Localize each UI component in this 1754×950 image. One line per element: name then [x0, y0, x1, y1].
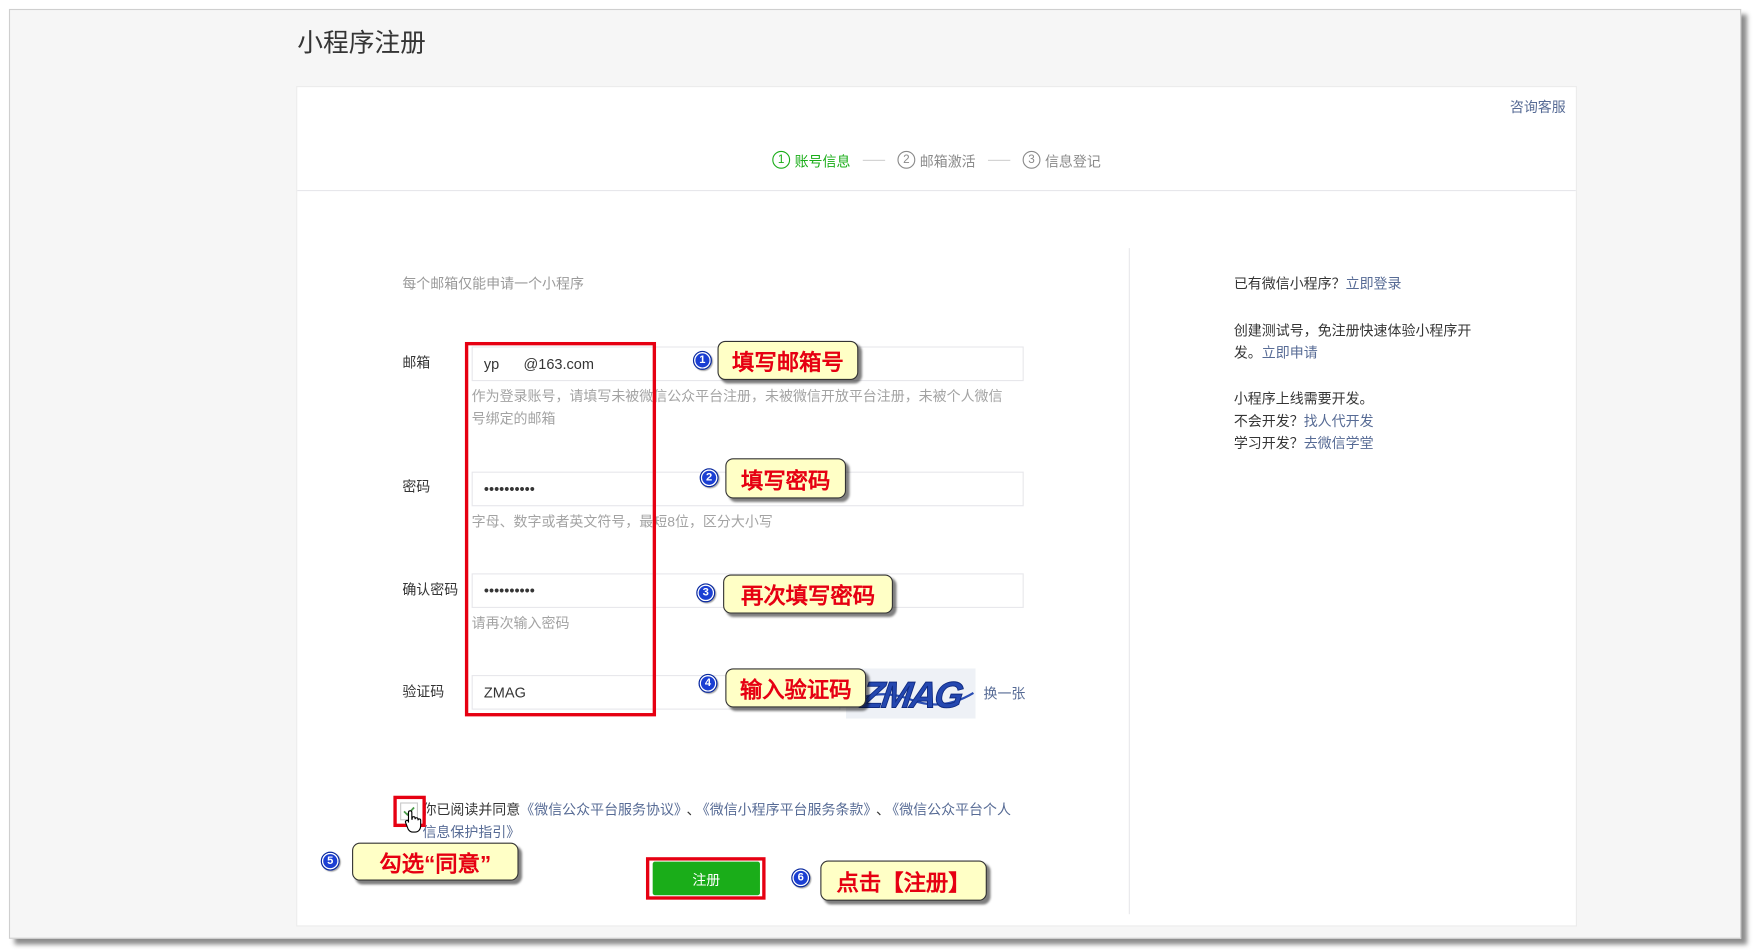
- existing-account-line: 已有微信小程序？立即登录: [1234, 273, 1402, 295]
- support-link[interactable]: 咨询客服: [1510, 98, 1566, 116]
- step-number: 3: [1022, 150, 1041, 169]
- form-notice: 每个邮箱仅能申请一个小程序: [402, 276, 584, 292]
- step-indicator: 1 账号信息 2 邮箱激活 3 信息登记: [297, 149, 1576, 170]
- confirm-password-field[interactable]: [471, 573, 1024, 608]
- learn-text: 学习开发？: [1233, 435, 1304, 452]
- miniprogram-terms-link[interactable]: 《微信小程序平台服务条款》: [703, 802, 871, 818]
- email-hint: 作为登录账号，请填写未被微信公众平台注册，未被微信开放平台注册，未被个人微信号绑…: [471, 388, 1003, 427]
- step-connector: [862, 159, 886, 161]
- step-label: 邮箱激活: [919, 153, 976, 170]
- refresh-captcha-link[interactable]: 换一张: [983, 685, 1025, 703]
- email-label: 邮箱: [402, 355, 431, 372]
- captcha-image[interactable]: ZMAG: [846, 668, 976, 719]
- dev-notice-text: 小程序上线需要开发。: [1233, 391, 1374, 407]
- step-label: 账号信息: [794, 153, 851, 170]
- agreement-prefix: 你已阅读并同意: [422, 802, 521, 819]
- password-hint: 字母、数字或者英文符号，最短8位，区分大小写: [471, 514, 773, 530]
- email-field[interactable]: [471, 346, 1024, 382]
- step-number: 2: [897, 150, 916, 169]
- agreement-separator: 、: [686, 802, 701, 819]
- page-title: 小程序注册: [297, 27, 426, 57]
- registration-card: 咨询客服 1 账号信息 2 邮箱激活 3 信息登记 每个邮箱仅能申请一个小程序 …: [297, 87, 1576, 926]
- column-divider: [1128, 248, 1130, 915]
- register-button[interactable]: 注册: [652, 861, 760, 896]
- service-agreement-link[interactable]: 《微信公众平台服务协议》: [520, 802, 681, 818]
- step-email-activation: 2 邮箱激活: [897, 149, 976, 170]
- wechat-academy-link[interactable]: 去微信学堂: [1304, 436, 1374, 452]
- password-field[interactable]: [471, 471, 1024, 507]
- confirm-password-hint: 请再次输入密码: [471, 615, 570, 632]
- step-connector: [987, 159, 1011, 161]
- apply-test-account-link[interactable]: 立即申请: [1262, 345, 1318, 361]
- step-info-registration: 3 信息登记: [1022, 149, 1101, 170]
- step-number: 1: [772, 150, 791, 169]
- test-account-line: 创建测试号，免注册快速体验小程序开发。立即申请: [1234, 320, 1475, 365]
- captcha-field[interactable]: [471, 675, 841, 710]
- agreement-text: 你已阅读并同意《微信公众平台服务协议》、《微信小程序平台服务条款》、《微信公众平…: [422, 799, 1019, 844]
- screenshot-stage: 小程序注册 咨询客服 1 账号信息 2 邮箱激活 3 信息登记 每个邮箱仅能申请…: [0, 0, 1752, 950]
- step-account-info: 1 账号信息: [772, 149, 850, 170]
- captcha-label: 验证码: [402, 683, 445, 700]
- development-info: 小程序上线需要开发。 不会开发？找人代开发 学习开发？去微信学堂: [1234, 388, 1374, 455]
- outsource-dev-link[interactable]: 找人代开发: [1304, 414, 1374, 430]
- checkmark-icon: [403, 806, 415, 817]
- existing-account-text: 已有微信小程序？: [1233, 276, 1346, 292]
- agreement-separator: 、: [875, 802, 890, 819]
- step-label: 信息登记: [1044, 153, 1101, 170]
- agreement-checkbox[interactable]: [400, 802, 418, 821]
- login-link[interactable]: 立即登录: [1346, 276, 1402, 292]
- sidebar: 已有微信小程序？立即登录 创建测试号，免注册快速体验小程序开发。立即申请 小程序…: [1234, 273, 1525, 474]
- confirm-password-label: 确认密码: [402, 582, 459, 598]
- password-label: 密码: [402, 479, 431, 496]
- outsource-text: 不会开发？: [1233, 413, 1304, 430]
- steps-divider: [297, 189, 1576, 192]
- captcha-text: ZMAG: [858, 674, 966, 716]
